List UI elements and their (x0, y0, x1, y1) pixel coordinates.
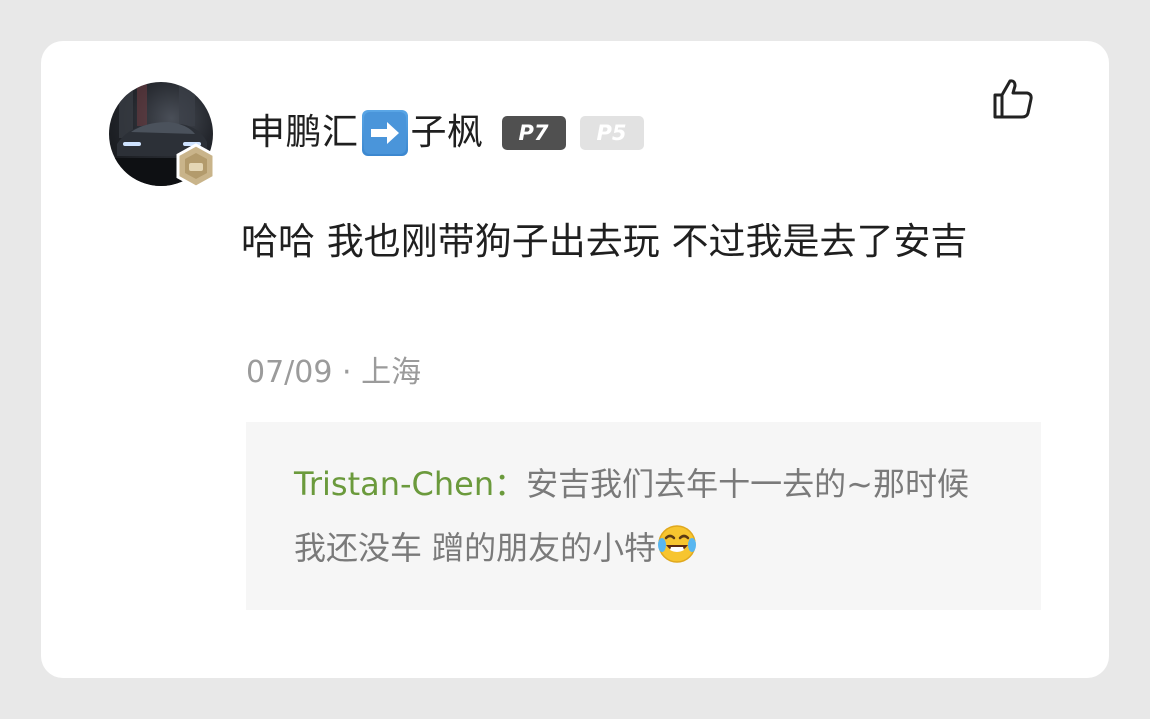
level-badge-p7: P7 (501, 116, 566, 150)
reply-box[interactable]: Tristan-Chen：安吉我们去年十一去的~那时候我还没车 蹭的朋友的小特 (246, 422, 1041, 610)
comment-date: 07/09 (246, 355, 333, 390)
meta-separator: · (332, 355, 362, 390)
comment-location: 上海 (361, 355, 422, 390)
username-prefix[interactable]: 申鹏汇 (249, 107, 359, 159)
reply-author[interactable]: Tristan-Chen： (294, 465, 526, 503)
username-suffix[interactable]: 子枫 (411, 107, 484, 159)
tears-of-joy-emoji-icon (656, 522, 698, 564)
level-badge-p5: P5 (579, 116, 644, 150)
comment-meta: 07/09 · 上海 (246, 351, 421, 395)
right-arrow-emoji-icon (361, 110, 408, 156)
like-button[interactable] (989, 75, 1037, 123)
username-row: 申鹏汇 子枫 P7 P5 (249, 107, 644, 159)
comment-card: 申鹏汇 子枫 P7 P5 哈哈 我也刚带狗子出去玩 不过我是去了安吉 07/09… (41, 41, 1109, 678)
verified-badge-icon (176, 143, 216, 189)
reply-content: Tristan-Chen：安吉我们去年十一去的~那时候我还没车 蹭的朋友的小特 (294, 452, 994, 580)
thumbs-up-icon (993, 79, 1033, 119)
comment-text: 哈哈 我也刚带狗子出去玩 不过我是去了安吉 (241, 220, 968, 263)
